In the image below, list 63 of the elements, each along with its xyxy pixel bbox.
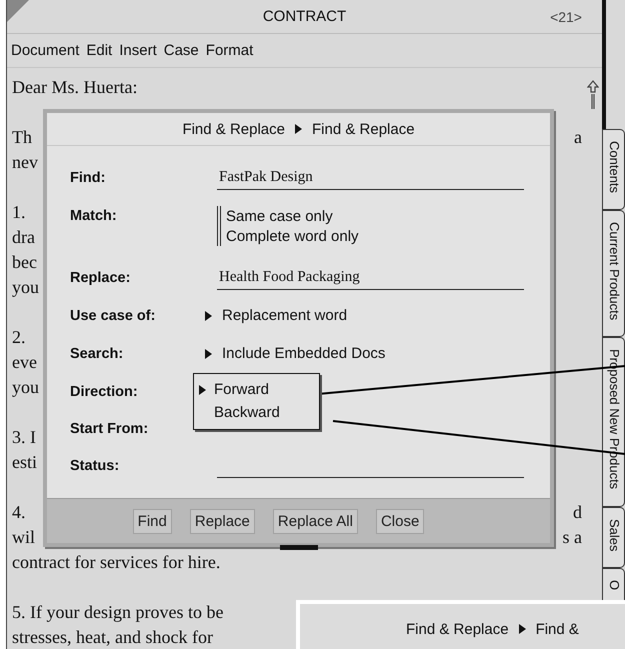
notebook-tab[interactable]: Contents: [603, 129, 625, 210]
dialog-button[interactable]: Replace: [190, 508, 255, 534]
field-label: Find:: [70, 169, 106, 188]
input-field[interactable]: Health Food Packaging: [217, 268, 524, 290]
menu-option[interactable]: Forward: [199, 380, 314, 400]
dialog-button[interactable]: Close: [376, 508, 424, 534]
text-line: Dear Ms. Huerta:: [12, 76, 138, 99]
text-line: you: [12, 276, 39, 299]
text-line: eve: [12, 351, 37, 374]
choice-value[interactable]: Replacement word: [222, 306, 348, 326]
dialog-title: Find & Replace: [182, 120, 285, 138]
text-line: 4.: [12, 501, 26, 524]
text-line: d: [573, 501, 582, 524]
text-line: stresses, heat, and shock for: [12, 626, 214, 649]
text-line: dra: [12, 226, 35, 249]
resize-handle[interactable]: [280, 545, 318, 550]
menu-item[interactable]: Case: [164, 42, 199, 59]
checkbox-label: Complete word only: [226, 228, 359, 244]
checkbox-label: Same case only: [226, 208, 333, 224]
text-line: esti: [12, 451, 37, 474]
choice-value[interactable]: Include Embedded Docs: [222, 344, 386, 364]
text-line: you: [12, 376, 39, 399]
text-line: contract for services for hire.: [12, 551, 220, 574]
checkbox[interactable]: [217, 226, 221, 246]
window-title: CONTRACT: [262, 8, 346, 25]
field-label: Use case of:: [70, 307, 156, 326]
field-label: Search:: [70, 345, 124, 364]
text-line: s a: [562, 526, 582, 549]
triangle-icon: [205, 349, 212, 359]
scroll-up-arrow-icon[interactable]: [587, 80, 599, 110]
field-label: Direction:: [70, 383, 139, 402]
checkbox[interactable]: [217, 206, 221, 226]
field-label: Status:: [70, 457, 120, 476]
triangle-icon: [205, 311, 212, 321]
menu-item[interactable]: Format: [206, 42, 254, 59]
field-label: Match:: [70, 207, 118, 226]
text-line: 2.: [12, 326, 26, 349]
menu-item[interactable]: Edit: [86, 42, 112, 59]
triangle-icon: [295, 124, 302, 134]
text-line: 1.: [12, 201, 26, 224]
text-line: bec: [12, 251, 37, 274]
text-line: 3. I: [12, 426, 36, 449]
notebook-tab[interactable]: Proposed New Products: [603, 337, 625, 506]
dialog-title: Find & Replace: [312, 120, 415, 138]
text-line: wil: [12, 526, 36, 549]
notebook-tab[interactable]: Current Products: [603, 210, 625, 338]
field-label: Replace:: [70, 269, 132, 288]
dialog-title: Find & Replace: [406, 620, 509, 638]
dialog-button[interactable]: Replace All: [272, 508, 358, 534]
menu-option[interactable]: Backward: [199, 403, 314, 423]
page-number[interactable]: <21>: [550, 9, 582, 25]
menu-item[interactable]: Document: [11, 42, 80, 59]
input-field[interactable]: FastPak Design: [217, 168, 524, 190]
triangle-icon: [518, 624, 526, 634]
dialog-button[interactable]: Find: [132, 508, 172, 534]
field-label: Start From:: [70, 420, 150, 439]
dialog-title: Find &: [536, 620, 579, 638]
text-line: nev: [12, 151, 38, 174]
text-line: a: [574, 126, 582, 149]
menu-item[interactable]: Insert: [119, 42, 157, 59]
text-line: Th: [12, 126, 32, 149]
text-line: 5. If your design proves to be: [12, 601, 224, 624]
notebook-tab[interactable]: Sales: [603, 506, 625, 568]
